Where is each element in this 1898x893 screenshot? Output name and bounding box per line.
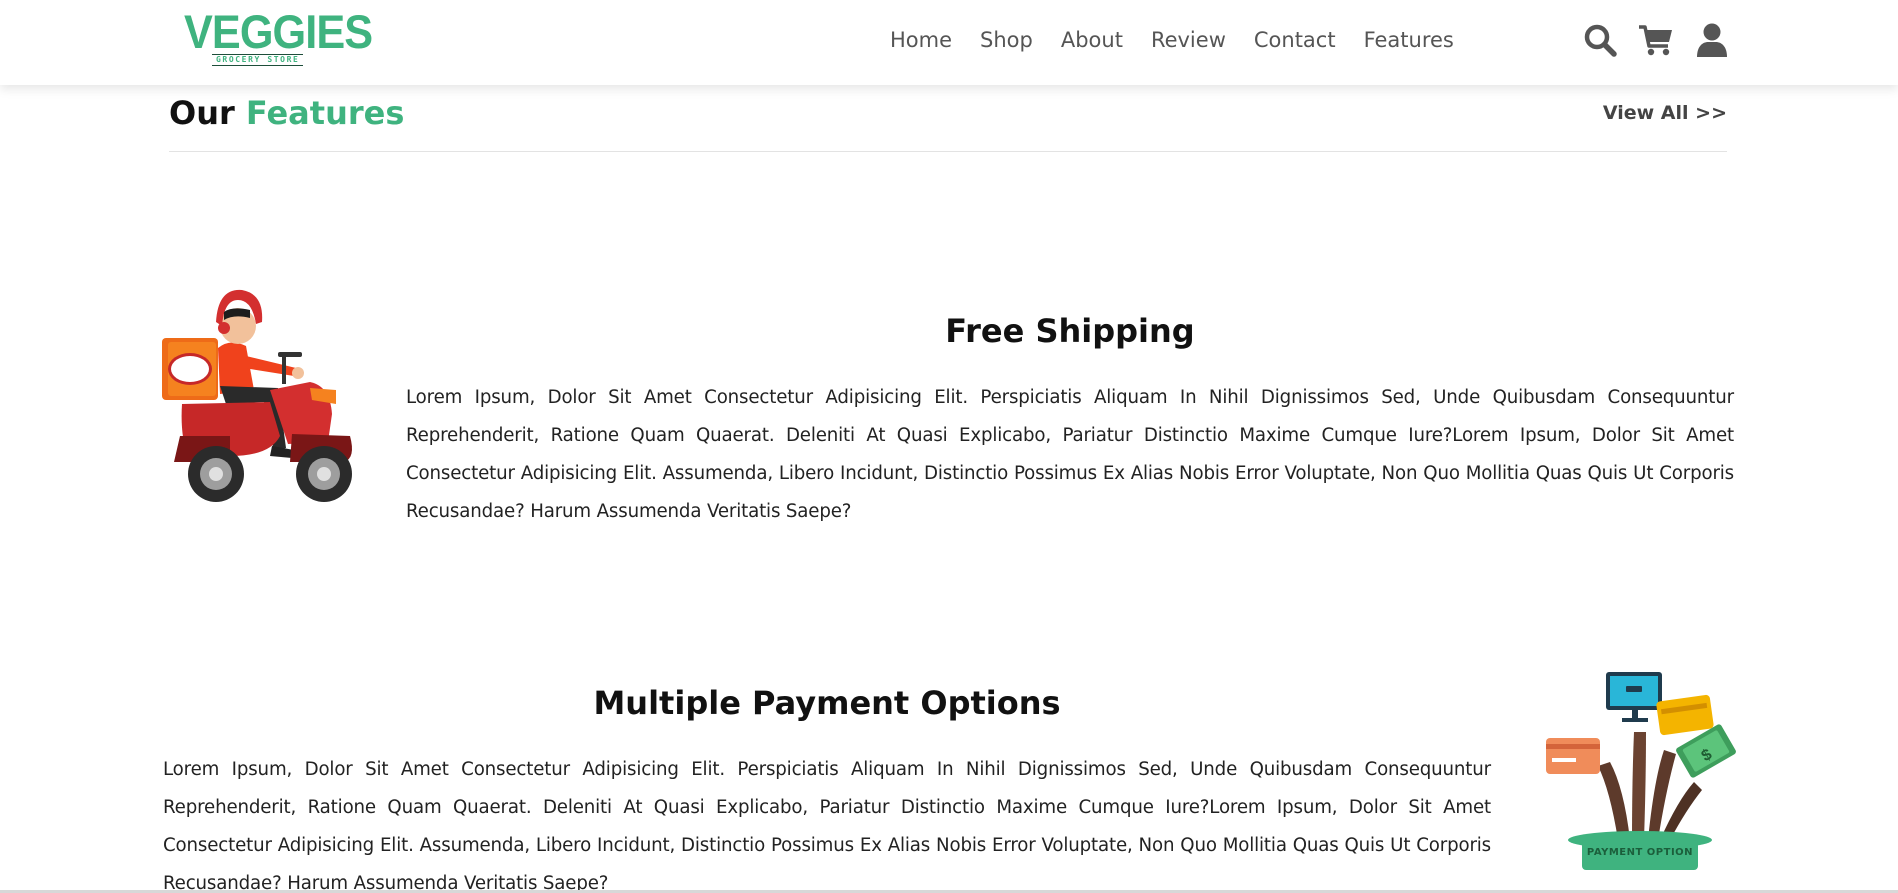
- nav-home[interactable]: Home: [890, 26, 952, 54]
- section-title: Our Features: [169, 93, 404, 133]
- nav-contact[interactable]: Contact: [1254, 26, 1336, 54]
- feature-text-free-shipping: Lorem Ipsum, Dolor Sit Amet Consectetur …: [406, 387, 1734, 522]
- brand-name: VEGGIES: [184, 5, 373, 58]
- nav-about[interactable]: About: [1061, 26, 1123, 54]
- search-icon[interactable]: [1582, 22, 1618, 58]
- nav-review[interactable]: Review: [1151, 26, 1226, 54]
- nav-features[interactable]: Features: [1364, 26, 1454, 54]
- brand-tagline: GROCERY STORE: [212, 54, 304, 66]
- feature-title-free-shipping: Free Shipping: [945, 312, 1195, 350]
- feature-text-payment-options: Lorem Ipsum, Dolor Sit Amet Consectetur …: [163, 759, 1491, 893]
- site-header: VEGGIES GROCERY STORE Home Shop About Re…: [0, 0, 1898, 85]
- user-icon[interactable]: [1694, 22, 1730, 58]
- nav-shop[interactable]: Shop: [980, 26, 1033, 54]
- features-section-header: Our Features View All >>: [169, 86, 1727, 152]
- main-nav: Home Shop About Review Contact Features: [890, 26, 1482, 54]
- delivery-scooter-illustration: [162, 289, 352, 502]
- view-all-link[interactable]: View All >>: [1603, 100, 1727, 126]
- header-icons: [1582, 22, 1750, 58]
- payment-option-label: PAYMENT OPTION: [1586, 847, 1694, 858]
- payment-options-illustration: $ PAYMENT OPTION: [1540, 670, 1740, 875]
- payment-hands-graphic: $: [1546, 672, 1736, 870]
- section-title-plain: Our: [169, 94, 235, 132]
- brand-logo[interactable]: VEGGIES GROCERY STORE: [184, 5, 373, 66]
- section-title-accent: Features: [245, 94, 405, 132]
- cart-icon[interactable]: [1638, 22, 1674, 58]
- feature-title-payment-options: Multiple Payment Options: [593, 684, 1061, 722]
